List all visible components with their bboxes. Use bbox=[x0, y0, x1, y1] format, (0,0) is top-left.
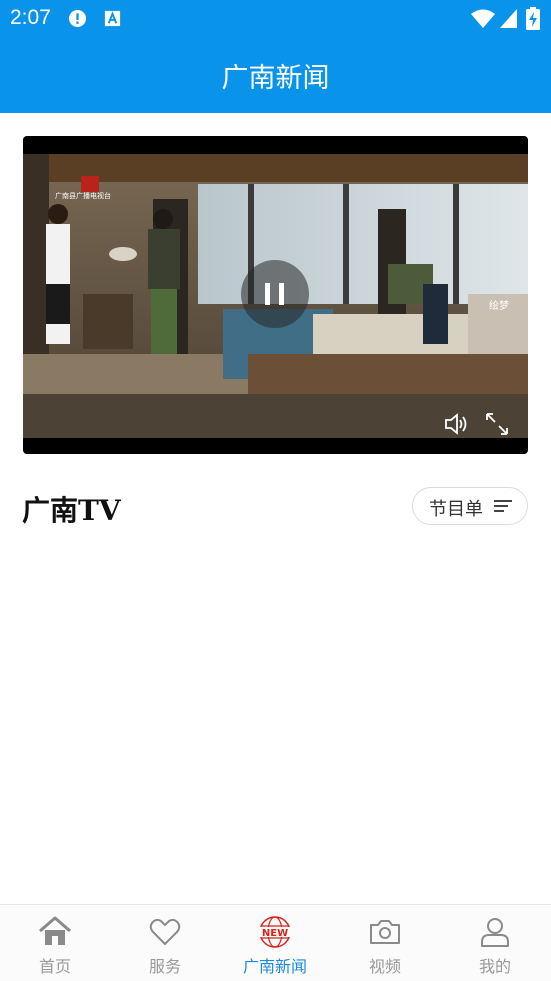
nav-label-video: 视频 bbox=[368, 957, 401, 976]
news-badge-text: NEW bbox=[262, 928, 288, 939]
nav-label-news: 广南新闻 bbox=[242, 957, 307, 976]
nav-label-services: 服务 bbox=[148, 957, 181, 976]
video-player[interactable]: 广南县广播电视台 绘梦 bbox=[23, 136, 528, 454]
fullscreen-icon[interactable] bbox=[484, 411, 510, 437]
nav-item-home[interactable]: 首页 bbox=[0, 905, 110, 981]
nav-item-services[interactable]: 服务 bbox=[110, 905, 220, 981]
battery-charging-icon bbox=[526, 7, 540, 30]
nav-item-news[interactable]: NEW 广南新闻 bbox=[220, 905, 330, 981]
status-bar: 2:07 bbox=[0, 0, 551, 36]
nav-label-home: 首页 bbox=[38, 957, 71, 976]
app-header: 广南新闻 bbox=[0, 36, 551, 113]
person-icon bbox=[481, 918, 509, 947]
schedule-button[interactable]: 节目单 bbox=[412, 487, 528, 525]
channel-logo-text: 广南县广播电视台 bbox=[55, 191, 111, 200]
camera-icon bbox=[370, 920, 400, 944]
volume-icon[interactable] bbox=[443, 411, 469, 437]
text-input-icon bbox=[104, 10, 121, 27]
news-globe-icon: NEW bbox=[258, 916, 292, 948]
wifi-icon bbox=[471, 9, 495, 28]
alert-icon bbox=[68, 9, 87, 28]
home-icon bbox=[39, 916, 71, 945]
bottom-nav: 首页 服务 NEW 广南新闻 视频 我的 bbox=[0, 904, 551, 981]
status-time: 2:07 bbox=[10, 6, 51, 29]
pause-icon bbox=[265, 283, 270, 305]
schedule-label: 节目单 bbox=[429, 499, 483, 520]
nav-item-mine[interactable]: 我的 bbox=[440, 905, 550, 981]
list-menu-icon bbox=[494, 500, 512, 512]
pause-icon-bar bbox=[279, 283, 284, 305]
heart-icon bbox=[149, 918, 181, 946]
page-title: 广南新闻 bbox=[221, 63, 330, 94]
nav-label-mine: 我的 bbox=[478, 957, 511, 976]
pause-button[interactable] bbox=[241, 260, 309, 328]
tv-section-title: 广南TV bbox=[22, 494, 121, 527]
watermark-text: 绘梦 bbox=[489, 299, 509, 312]
nav-item-video[interactable]: 视频 bbox=[330, 905, 440, 981]
signal-icon bbox=[500, 9, 517, 28]
